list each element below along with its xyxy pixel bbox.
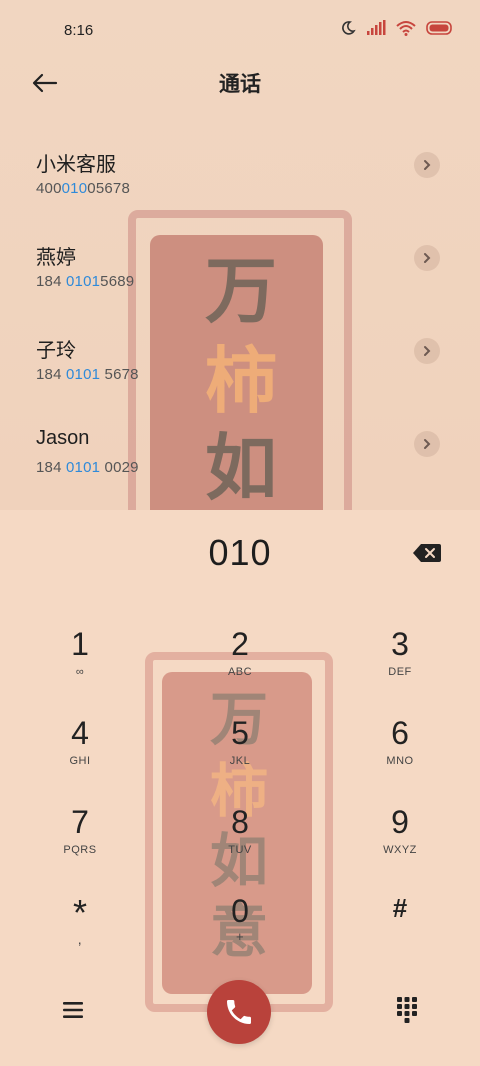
key-digit: 8 — [231, 804, 249, 840]
key-letters: , — [77, 931, 83, 947]
key-star[interactable]: * , — [25, 895, 135, 975]
wifi-icon — [396, 21, 416, 36]
contact-row[interactable]: 子玲 184 0101 5678 — [0, 334, 480, 404]
dialed-number: 010 — [208, 532, 272, 573]
key-letters: + — [235, 929, 245, 944]
key-4[interactable]: 4 GHI — [25, 717, 135, 797]
key-digit: * — [72, 892, 87, 933]
key-2[interactable]: 2 ABC — [185, 628, 295, 708]
phone-icon — [227, 1000, 251, 1024]
contact-row[interactable]: Jason 184 0101 0029 — [0, 427, 480, 497]
key-letters: GHI — [69, 755, 91, 767]
key-digit: 2 — [231, 626, 249, 662]
key-letters: ABC — [227, 666, 253, 678]
key-letters: MNO — [386, 755, 414, 767]
signal-icon — [367, 20, 386, 35]
contact-name: Jason — [36, 427, 90, 449]
contact-number: 184 0101 5678 — [36, 366, 139, 383]
key-1[interactable]: 1 ∞ — [25, 628, 135, 708]
key-hash[interactable]: # — [345, 895, 455, 975]
contact-number: 184 0101 0029 — [36, 459, 139, 476]
status-time: 8:16 — [64, 22, 94, 39]
contact-number: 184 01015689 — [36, 273, 135, 290]
moon-icon — [342, 21, 356, 35]
key-letters: JKL — [229, 755, 251, 767]
contact-name: 燕婷 — [36, 247, 76, 269]
key-digit: 6 — [391, 715, 409, 751]
contact-detail-button[interactable] — [414, 152, 440, 178]
key-3[interactable]: 3 DEF — [345, 628, 455, 708]
key-letters: DEF — [388, 666, 412, 678]
key-6[interactable]: 6 MNO — [345, 717, 455, 797]
contact-detail-button[interactable] — [414, 338, 440, 364]
backspace-icon[interactable] — [412, 542, 442, 564]
key-digit: # — [392, 893, 408, 923]
contact-detail-button[interactable] — [414, 431, 440, 457]
contact-number: 40001005678 — [36, 180, 130, 197]
key-8[interactable]: 8 TUV — [185, 806, 295, 886]
key-digit: 9 — [391, 804, 409, 840]
key-digit: 5 — [231, 715, 249, 751]
contact-row[interactable]: 燕婷 184 01015689 — [0, 241, 480, 311]
contact-name: 子玲 — [36, 340, 76, 362]
voicemail-icon: ∞ — [75, 666, 85, 678]
chevron-right-icon — [424, 346, 431, 356]
key-0[interactable]: 0 + — [185, 895, 295, 975]
key-digit: 1 — [71, 626, 89, 662]
key-9[interactable]: 9 WXYZ — [345, 806, 455, 886]
key-digit: 7 — [71, 804, 89, 840]
key-digit: 4 — [71, 715, 89, 751]
menu-icon[interactable] — [62, 1000, 84, 1020]
key-letters: TUV — [228, 844, 252, 856]
dialpad-icon[interactable] — [396, 996, 418, 1024]
key-letters: WXYZ — [383, 844, 417, 856]
chevron-right-icon — [424, 160, 431, 170]
call-button[interactable] — [207, 980, 271, 1044]
header: 通话 — [0, 62, 480, 106]
key-digit: 3 — [391, 626, 409, 662]
key-letters: PQRS — [63, 844, 97, 856]
contact-detail-button[interactable] — [414, 245, 440, 271]
page-title: 通话 — [219, 73, 261, 96]
contact-name: 小米客服 — [36, 154, 116, 176]
battery-icon — [426, 21, 452, 35]
key-7[interactable]: 7 PQRS — [25, 806, 135, 886]
key-5[interactable]: 5 JKL — [185, 717, 295, 797]
chevron-right-icon — [424, 253, 431, 263]
status-bar: 8:16 — [0, 0, 480, 62]
chevron-right-icon — [424, 439, 431, 449]
contact-row[interactable]: 小米客服 40001005678 — [0, 148, 480, 218]
key-digit: 0 — [231, 893, 249, 929]
